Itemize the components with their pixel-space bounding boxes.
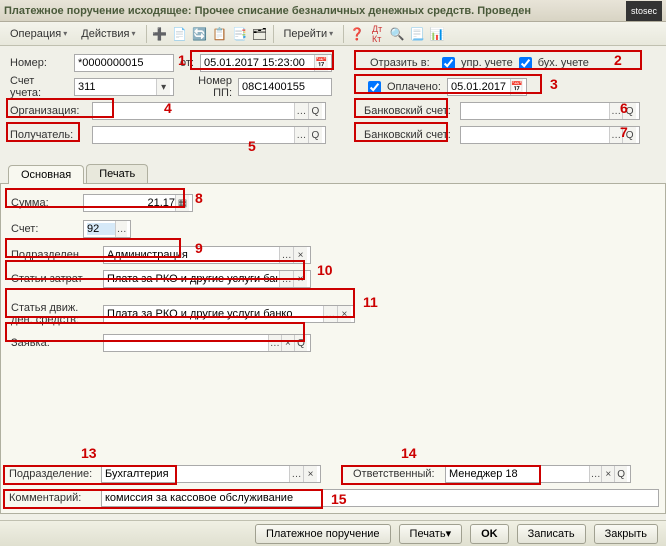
paid-checkbox[interactable] xyxy=(368,81,381,94)
recipient-field[interactable]: … Q xyxy=(92,126,326,144)
org-label: Организация: xyxy=(8,105,88,117)
bank2-label: Банковский счет: xyxy=(362,129,456,141)
upr-label: упр. учете xyxy=(459,57,515,69)
open-icon[interactable]: Q xyxy=(614,466,627,482)
write-button[interactable]: Записать xyxy=(517,524,586,544)
list-icon[interactable]: 📃 xyxy=(408,25,426,43)
comment-field[interactable] xyxy=(101,489,659,507)
clear-icon[interactable]: × xyxy=(303,466,317,482)
post-icon[interactable]: 📑 xyxy=(231,25,249,43)
open-icon[interactable]: Q xyxy=(622,103,636,119)
bottom-bar: Платежное поручение Печать ▾ OK Записать… xyxy=(0,520,666,546)
select-icon[interactable]: … xyxy=(279,247,293,263)
stosec-logo: stosec xyxy=(626,1,662,21)
responsible-label: Ответственный: xyxy=(351,468,441,480)
add-icon[interactable]: ➕ xyxy=(151,25,169,43)
search-icon[interactable]: 🔍 xyxy=(388,25,406,43)
footer-podrazd-label: Подразделение: xyxy=(7,468,97,480)
sum-field[interactable]: ▦ xyxy=(83,194,193,212)
paid-date-field[interactable]: 📅 xyxy=(447,78,527,96)
payment-order-button[interactable]: Платежное поручение xyxy=(255,524,391,544)
clear-icon[interactable]: × xyxy=(293,271,307,287)
refresh-icon[interactable]: 🔄 xyxy=(191,25,209,43)
calendar-icon[interactable]: 📅 xyxy=(510,79,523,95)
buh-checkbox[interactable] xyxy=(519,57,532,70)
schet-field[interactable]: … xyxy=(83,220,131,238)
clear-icon[interactable]: × xyxy=(601,466,614,482)
bank1-field[interactable]: … Q xyxy=(460,102,640,120)
select-icon[interactable]: … xyxy=(115,221,127,237)
tab-main[interactable]: Основная xyxy=(8,165,84,184)
zayavka-label: Заявка: xyxy=(9,337,99,349)
select-icon[interactable]: … xyxy=(609,103,623,119)
pp-field[interactable] xyxy=(238,78,332,96)
select-icon[interactable]: … xyxy=(289,466,303,482)
save-icon[interactable]: 📄 xyxy=(171,25,189,43)
date-field[interactable]: 📅 xyxy=(200,54,332,72)
select-icon[interactable]: … xyxy=(294,127,308,143)
window-titlebar: Платежное поручение исходящее: Прочее сп… xyxy=(0,0,666,22)
open-icon[interactable]: Q xyxy=(622,127,636,143)
close-button[interactable]: Закрыть xyxy=(594,524,658,544)
select-icon[interactable]: … xyxy=(268,335,281,351)
copy-icon[interactable]: 📋 xyxy=(211,25,229,43)
open-icon[interactable]: Q xyxy=(308,103,322,119)
form-header: Номер: от: 📅 Отразить в: упр. учете бух.… xyxy=(0,46,666,158)
responsible-field[interactable]: … × Q xyxy=(445,465,631,483)
select-icon[interactable]: … xyxy=(323,306,337,322)
account-field[interactable]: ▾ xyxy=(74,78,174,96)
footer-podrazd-field[interactable]: … × xyxy=(101,465,321,483)
actions-menu[interactable]: Действия xyxy=(75,24,141,44)
account-label: Счет учета: xyxy=(8,75,70,99)
recipient-label: Получатель: xyxy=(8,129,88,141)
zayavka-field[interactable]: … × Q xyxy=(103,334,311,352)
bank2-field[interactable]: … Q xyxy=(460,126,640,144)
clear-icon[interactable]: × xyxy=(337,306,351,322)
operation-menu[interactable]: Операция xyxy=(4,24,73,44)
stati-field[interactable]: … × xyxy=(103,270,311,288)
window-title: Платежное поручение исходящее: Прочее сп… xyxy=(4,5,626,17)
stati-label: Статьи затрат xyxy=(9,273,99,285)
dvizh-label: Статья движ.ден. средств: xyxy=(9,302,99,326)
schet-label: Счет: xyxy=(9,223,79,235)
open-icon[interactable]: Q xyxy=(294,335,307,351)
open-icon[interactable]: Q xyxy=(308,127,322,143)
select-icon[interactable]: … xyxy=(609,127,623,143)
select-icon[interactable]: … xyxy=(294,103,308,119)
bank1-label: Банковский счет: xyxy=(362,105,456,117)
dtkt-icon[interactable]: ДтКт xyxy=(368,25,386,43)
select-icon[interactable]: … xyxy=(589,466,602,482)
ok-button[interactable]: OK xyxy=(470,524,509,544)
number-label: Номер: xyxy=(8,57,70,69)
tab-print[interactable]: Печать xyxy=(86,164,148,183)
tab-panel-main: Сумма: ▦ Счет: … Подразделен... … × Стат… xyxy=(0,184,666,514)
report-icon[interactable]: 📊 xyxy=(428,25,446,43)
buh-label: бух. учете xyxy=(536,57,591,69)
org-field[interactable]: … Q xyxy=(92,102,326,120)
tab-strip: Основная Печать xyxy=(0,164,666,184)
number-field[interactable] xyxy=(74,54,174,72)
clear-icon[interactable]: × xyxy=(293,247,307,263)
goto-menu[interactable]: Перейти xyxy=(278,24,340,44)
dvizh-field[interactable]: … × xyxy=(103,305,355,323)
dropdown-icon[interactable]: ▾ xyxy=(156,79,170,95)
help-icon[interactable]: ❓ xyxy=(348,25,366,43)
calendar-icon[interactable]: 📅 xyxy=(314,55,328,71)
comment-label: Комментарий: xyxy=(7,492,97,504)
paid-label: Оплачено: xyxy=(385,81,443,93)
upr-checkbox[interactable] xyxy=(442,57,455,70)
pp-label: Номер ПП: xyxy=(178,75,234,99)
podrazd-label: Подразделен... xyxy=(9,249,99,261)
print-button[interactable]: Печать ▾ xyxy=(399,524,463,544)
reflect-label: Отразить в: xyxy=(368,57,438,69)
clear-icon[interactable]: × xyxy=(281,335,294,351)
sum-label: Сумма: xyxy=(9,197,79,209)
podrazd-field[interactable]: … × xyxy=(103,246,311,264)
main-toolbar: Операция Действия ➕ 📄 🔄 📋 📑 🗂 Перейти ❓ … xyxy=(0,22,666,46)
calc-icon[interactable]: ▦ xyxy=(175,195,189,211)
select-icon[interactable]: … xyxy=(279,271,293,287)
struct-icon[interactable]: 🗂 xyxy=(251,25,269,43)
date-label: от: xyxy=(178,57,196,69)
